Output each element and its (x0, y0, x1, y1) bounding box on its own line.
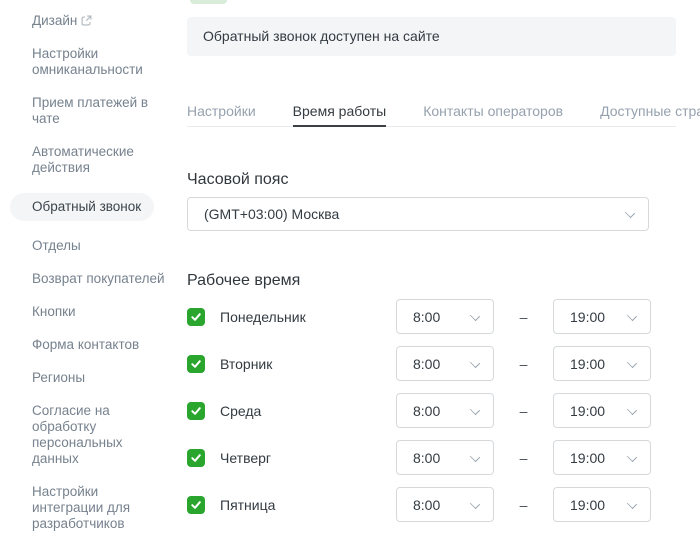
time-from-value: 8:00 (413, 496, 441, 513)
working-hours-row-monday: Понедельник 8:00 – 19:00 (187, 299, 676, 334)
chevron-down-icon (628, 358, 636, 366)
chevron-down-icon (471, 358, 479, 366)
sidebar-item-personal-data-consent[interactable]: Согласие на обработку персональных данны… (32, 403, 170, 467)
chevron-down-icon (628, 452, 636, 460)
day-checkbox-checked[interactable] (187, 448, 205, 467)
day-label: Вторник (220, 355, 273, 372)
sidebar-item-regions[interactable]: Регионы (32, 370, 170, 386)
settings-sidebar: Дизайн Настройки омниканальности Прием п… (0, 0, 182, 534)
time-range-dash: – (519, 308, 528, 325)
sidebar-item-automatic-actions[interactable]: Автоматические действия (32, 144, 170, 176)
day-checkbox-checked[interactable] (187, 401, 205, 420)
day-checkbox-checked[interactable] (187, 354, 205, 373)
sidebar-item-omnichannel[interactable]: Настройки омниканальности (32, 46, 170, 78)
time-to-select[interactable]: 19:00 (553, 346, 651, 381)
day-label: Среда (220, 402, 262, 419)
timezone-heading: Часовой пояс (187, 171, 289, 188)
time-from-select[interactable]: 8:00 (396, 393, 494, 428)
chevron-down-icon (628, 311, 636, 319)
time-range-dash: – (519, 496, 528, 513)
tab-settings[interactable]: Настройки (187, 103, 256, 126)
day-label: Понедельник (220, 308, 306, 325)
tab-available-countries[interactable]: Доступные страны (600, 103, 700, 126)
timezone-select[interactable]: (GMT+03:00) Москва (187, 197, 649, 231)
callback-toggle-partial[interactable] (190, 0, 227, 4)
callback-tabs: Настройки Время работы Контакты оператор… (187, 103, 700, 127)
time-from-select[interactable]: 8:00 (396, 440, 494, 475)
working-hours-row-wednesday: Среда 8:00 – 19:00 (187, 393, 676, 428)
chevron-down-icon (626, 208, 634, 216)
time-from-value: 8:00 (413, 449, 441, 466)
time-from-value: 8:00 (413, 402, 441, 419)
sidebar-item-developer-integration[interactable]: Настройки интеграции для разработчиков (32, 484, 170, 532)
chevron-down-icon (628, 405, 636, 413)
day-checkbox-checked[interactable] (187, 495, 205, 514)
working-hours-row-thursday: Четверг 8:00 – 19:00 (187, 440, 676, 475)
sidebar-item-refunds[interactable]: Возврат покупателей (32, 271, 170, 287)
time-from-select[interactable]: 8:00 (396, 346, 494, 381)
time-to-select[interactable]: 19:00 (553, 393, 651, 428)
sidebar-item-chat-payments[interactable]: Прием платежей в чате (32, 95, 170, 127)
sidebar-item-callback[interactable]: Обратный звонок (10, 193, 155, 221)
sidebar-item-label: Дизайн (32, 13, 78, 28)
time-to-value: 19:00 (570, 449, 606, 466)
time-to-value: 19:00 (570, 308, 606, 325)
time-from-select[interactable]: 8:00 (396, 299, 494, 334)
time-from-value: 8:00 (413, 355, 441, 372)
time-range-dash: – (519, 402, 528, 419)
sidebar-item-departments[interactable]: Отделы (32, 238, 170, 254)
time-to-select[interactable]: 19:00 (553, 440, 651, 475)
tab-working-time[interactable]: Время работы (292, 103, 386, 127)
chevron-down-icon (471, 311, 479, 319)
callback-settings-panel: Обратный звонок доступен на сайте Настро… (187, 0, 700, 534)
timezone-selected-value: (GMT+03:00) Москва (204, 206, 340, 222)
time-from-value: 8:00 (413, 308, 441, 325)
time-to-value: 19:00 (570, 402, 606, 419)
time-to-value: 19:00 (570, 496, 606, 513)
working-hours-row-tuesday: Вторник 8:00 – 19:00 (187, 346, 676, 381)
chevron-down-icon (471, 452, 479, 460)
time-to-value: 19:00 (570, 355, 606, 372)
working-hours-row-friday: Пятница 8:00 – 19:00 (187, 487, 676, 522)
chevron-down-icon (471, 499, 479, 507)
working-hours-heading: Рабочее время (187, 272, 301, 289)
external-link-icon (81, 15, 92, 26)
sidebar-item-design[interactable]: Дизайн (32, 13, 170, 29)
chevron-down-icon (628, 499, 636, 507)
callback-status-banner: Обратный звонок доступен на сайте (187, 17, 676, 56)
time-to-select[interactable]: 19:00 (553, 487, 651, 522)
tab-operator-contacts[interactable]: Контакты операторов (423, 103, 563, 126)
time-from-select[interactable]: 8:00 (396, 487, 494, 522)
chevron-down-icon (471, 405, 479, 413)
time-to-select[interactable]: 19:00 (553, 299, 651, 334)
day-label: Пятница (220, 496, 276, 513)
time-range-dash: – (519, 355, 528, 372)
day-checkbox-checked[interactable] (187, 307, 205, 326)
time-range-dash: – (519, 449, 528, 466)
sidebar-item-buttons[interactable]: Кнопки (32, 304, 170, 320)
day-label: Четверг (220, 449, 272, 466)
sidebar-item-contact-form[interactable]: Форма контактов (32, 337, 170, 353)
